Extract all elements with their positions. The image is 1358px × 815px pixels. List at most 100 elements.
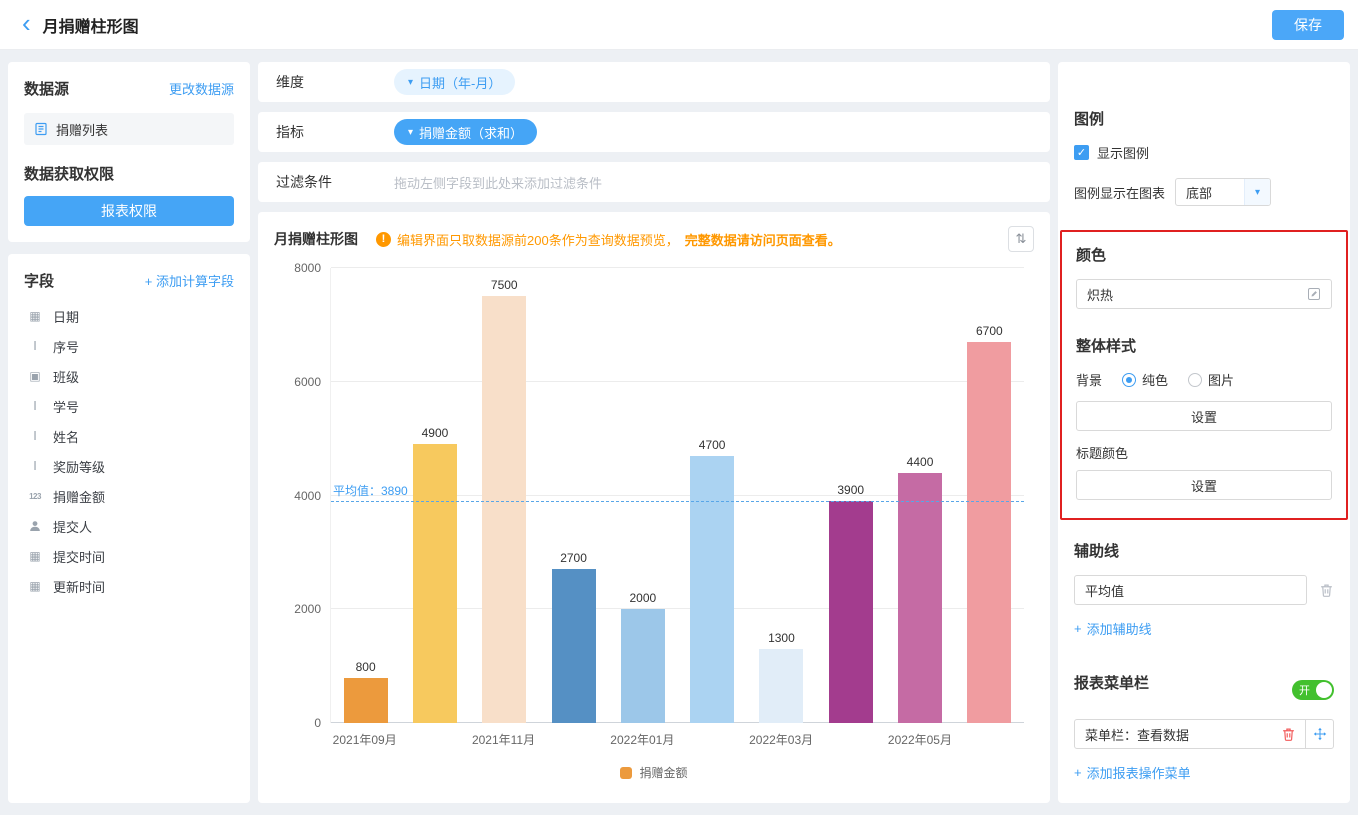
sort-button[interactable]: ⇅ xyxy=(1008,226,1034,252)
bar-slot: 4700 xyxy=(677,268,746,723)
report-permission-button[interactable]: 报表权限 xyxy=(24,196,234,226)
color-scheme-input[interactable]: 炽热 xyxy=(1076,279,1332,309)
bar-value-label: 800 xyxy=(355,659,376,674)
y-tick-label: 6000 xyxy=(294,374,321,389)
chart-plot-area: 0 2000 4000 6000 8000 800 4900 7500 2700 2000 4700… xyxy=(294,261,1024,730)
bar-2021年12月[interactable] xyxy=(551,569,596,723)
x-tick-label xyxy=(677,731,746,748)
dimension-tag[interactable]: ▾ 日期（年-月） xyxy=(394,69,516,95)
move-menu-icon[interactable] xyxy=(1305,720,1333,748)
menu-item-label: 菜单栏：查看数据 xyxy=(1085,727,1190,743)
delete-menu-icon[interactable] xyxy=(1281,727,1296,742)
calendar-icon: ▦ xyxy=(29,549,41,563)
legend-label: 捐赠金额 xyxy=(639,766,688,780)
bar-slot: 4900 xyxy=(400,268,469,723)
bar-slot: 1300 xyxy=(747,268,816,723)
bar-2021年09月[interactable] xyxy=(343,677,388,723)
metric-tag[interactable]: ▾ 捐赠金额（求和） xyxy=(394,119,538,145)
toggle-on-label: 开 xyxy=(1299,684,1310,697)
aux-line-title: 辅助线 xyxy=(1074,543,1120,560)
bar-slot: 4400 xyxy=(885,268,954,723)
field-item[interactable]: ▣ 班级 xyxy=(24,361,234,391)
bg-image-radio[interactable]: 图片 xyxy=(1188,370,1234,389)
bar-2022年01月[interactable] xyxy=(620,609,665,723)
field-item[interactable]: ▦ 提交时间 xyxy=(24,541,234,571)
datasource-card: 数据源 更改数据源 捐赠列表 数据获取权限 报表权限 xyxy=(8,62,250,242)
bars-container: 800 4900 7500 2700 2000 4700 1300 3900 4400 6700 xyxy=(331,268,1024,723)
text-icon: Ⅰ xyxy=(33,399,37,413)
bg-set-button[interactable]: 设置 xyxy=(1076,401,1332,431)
field-item[interactable]: Ⅰ 姓名 xyxy=(24,421,234,451)
header: ‹ 月捐赠柱形图 保存 xyxy=(0,0,1358,50)
add-menu-label: 添加报表操作菜单 xyxy=(1086,766,1191,781)
person-icon xyxy=(26,520,44,532)
aux-line-section: 辅助线 平均值 + 添加辅助线 xyxy=(1074,540,1334,638)
bar-2021年11月[interactable] xyxy=(482,296,527,723)
y-tick-label: 0 xyxy=(314,716,321,730)
color-section: 颜色 炽热 xyxy=(1076,244,1332,309)
fields-title: 字段 xyxy=(24,273,55,290)
x-tick-label xyxy=(399,731,468,748)
field-label: 捐赠金额 xyxy=(53,489,106,505)
x-tick-label: 2022年05月 xyxy=(887,733,952,747)
bar-2022年03月[interactable] xyxy=(759,649,804,723)
plus-icon: + xyxy=(1074,765,1082,780)
legend-position-row: 图例显示在图表 底部 ▾ xyxy=(1074,178,1334,206)
text-icon: Ⅰ xyxy=(33,429,37,443)
dimension-row: 维度 ▾ 日期（年-月） xyxy=(258,62,1050,102)
filter-row[interactable]: 过滤条件 拖动左侧字段到此处来添加过滤条件 xyxy=(258,162,1050,202)
add-aux-line-label: 添加辅助线 xyxy=(1086,622,1152,637)
save-button[interactable]: 保存 xyxy=(1272,9,1344,40)
field-label: 提交时间 xyxy=(53,549,106,565)
bar-2022年04月[interactable] xyxy=(828,501,873,723)
add-calc-field-label: 添加计算字段 xyxy=(155,274,234,289)
permission-title: 数据获取权限 xyxy=(24,166,115,183)
main-body: 数据源 更改数据源 捐赠列表 数据获取权限 报表权限 字段 + 添加计算字段 ▦… xyxy=(0,50,1358,815)
y-tick-label: 2000 xyxy=(294,602,321,617)
bar-2022年02月[interactable] xyxy=(690,455,735,723)
bar-2022年05月[interactable] xyxy=(898,472,943,723)
aux-line-input[interactable]: 平均值 xyxy=(1074,575,1307,605)
number-icon: 123 xyxy=(29,491,41,501)
background-label: 背景 xyxy=(1076,373,1103,388)
delete-aux-line-icon[interactable] xyxy=(1319,583,1334,598)
legend-item[interactable]: 捐赠金额 xyxy=(620,764,688,781)
back-icon[interactable]: ‹ xyxy=(22,10,31,36)
bg-image-label: 图片 xyxy=(1208,373,1235,388)
show-legend-checkbox[interactable]: ✓ 显示图例 xyxy=(1074,143,1334,162)
field-item[interactable]: 123 捐赠金额 xyxy=(24,481,234,511)
edit-icon[interactable] xyxy=(1307,287,1321,301)
show-legend-label: 显示图例 xyxy=(1097,146,1150,161)
bar-2021年10月[interactable] xyxy=(412,444,457,723)
add-aux-line-link[interactable]: + 添加辅助线 xyxy=(1074,619,1152,638)
x-tick-label: 2022年03月 xyxy=(749,733,814,747)
chart-header: 月捐赠柱形图 ! 编辑界面只取数据源前200条作为查询数据预览， 完整数据请访问… xyxy=(274,226,1034,252)
metric-label: 指标 xyxy=(276,124,304,140)
legend-position-select[interactable]: 底部 ▾ xyxy=(1175,178,1272,206)
datasource-item[interactable]: 捐赠列表 xyxy=(24,113,234,145)
field-item[interactable]: Ⅰ 序号 xyxy=(24,331,234,361)
bar-slot: 6700 xyxy=(955,268,1024,723)
legend-swatch xyxy=(620,766,633,779)
bar-chart: 0 2000 4000 6000 8000 800 4900 7500 2700 2000 4700… xyxy=(274,252,1034,789)
field-item[interactable]: Ⅰ 奖励等级 xyxy=(24,451,234,481)
field-item[interactable]: Ⅰ 学号 xyxy=(24,391,234,421)
bar-value-label: 2700 xyxy=(560,551,587,566)
title-color-set-button[interactable]: 设置 xyxy=(1076,470,1332,500)
field-item[interactable]: ▦ 日期 xyxy=(24,301,234,331)
metric-row: 指标 ▾ 捐赠金额（求和） xyxy=(258,112,1050,152)
field-item[interactable]: 提交人 xyxy=(24,511,234,541)
menu-toggle[interactable]: 开 xyxy=(1292,679,1334,700)
add-menu-link[interactable]: + 添加报表操作菜单 xyxy=(1074,763,1191,782)
add-calc-field-link[interactable]: + 添加计算字段 xyxy=(145,271,234,290)
bar-value-label: 6700 xyxy=(975,323,1003,338)
bar-value-label: 7500 xyxy=(490,278,518,293)
change-datasource-link[interactable]: 更改数据源 xyxy=(169,79,234,98)
bg-solid-radio[interactable]: 纯色 xyxy=(1122,370,1168,389)
bar-2022年06月[interactable] xyxy=(967,341,1012,723)
x-tick-label: 2021年09月 xyxy=(332,733,397,747)
legend-section-title: 图例 xyxy=(1074,111,1105,128)
text-icon: Ⅰ xyxy=(33,339,37,353)
field-item[interactable]: ▦ 更新时间 xyxy=(24,571,234,601)
report-menu-title: 报表菜单栏 xyxy=(1074,675,1150,692)
